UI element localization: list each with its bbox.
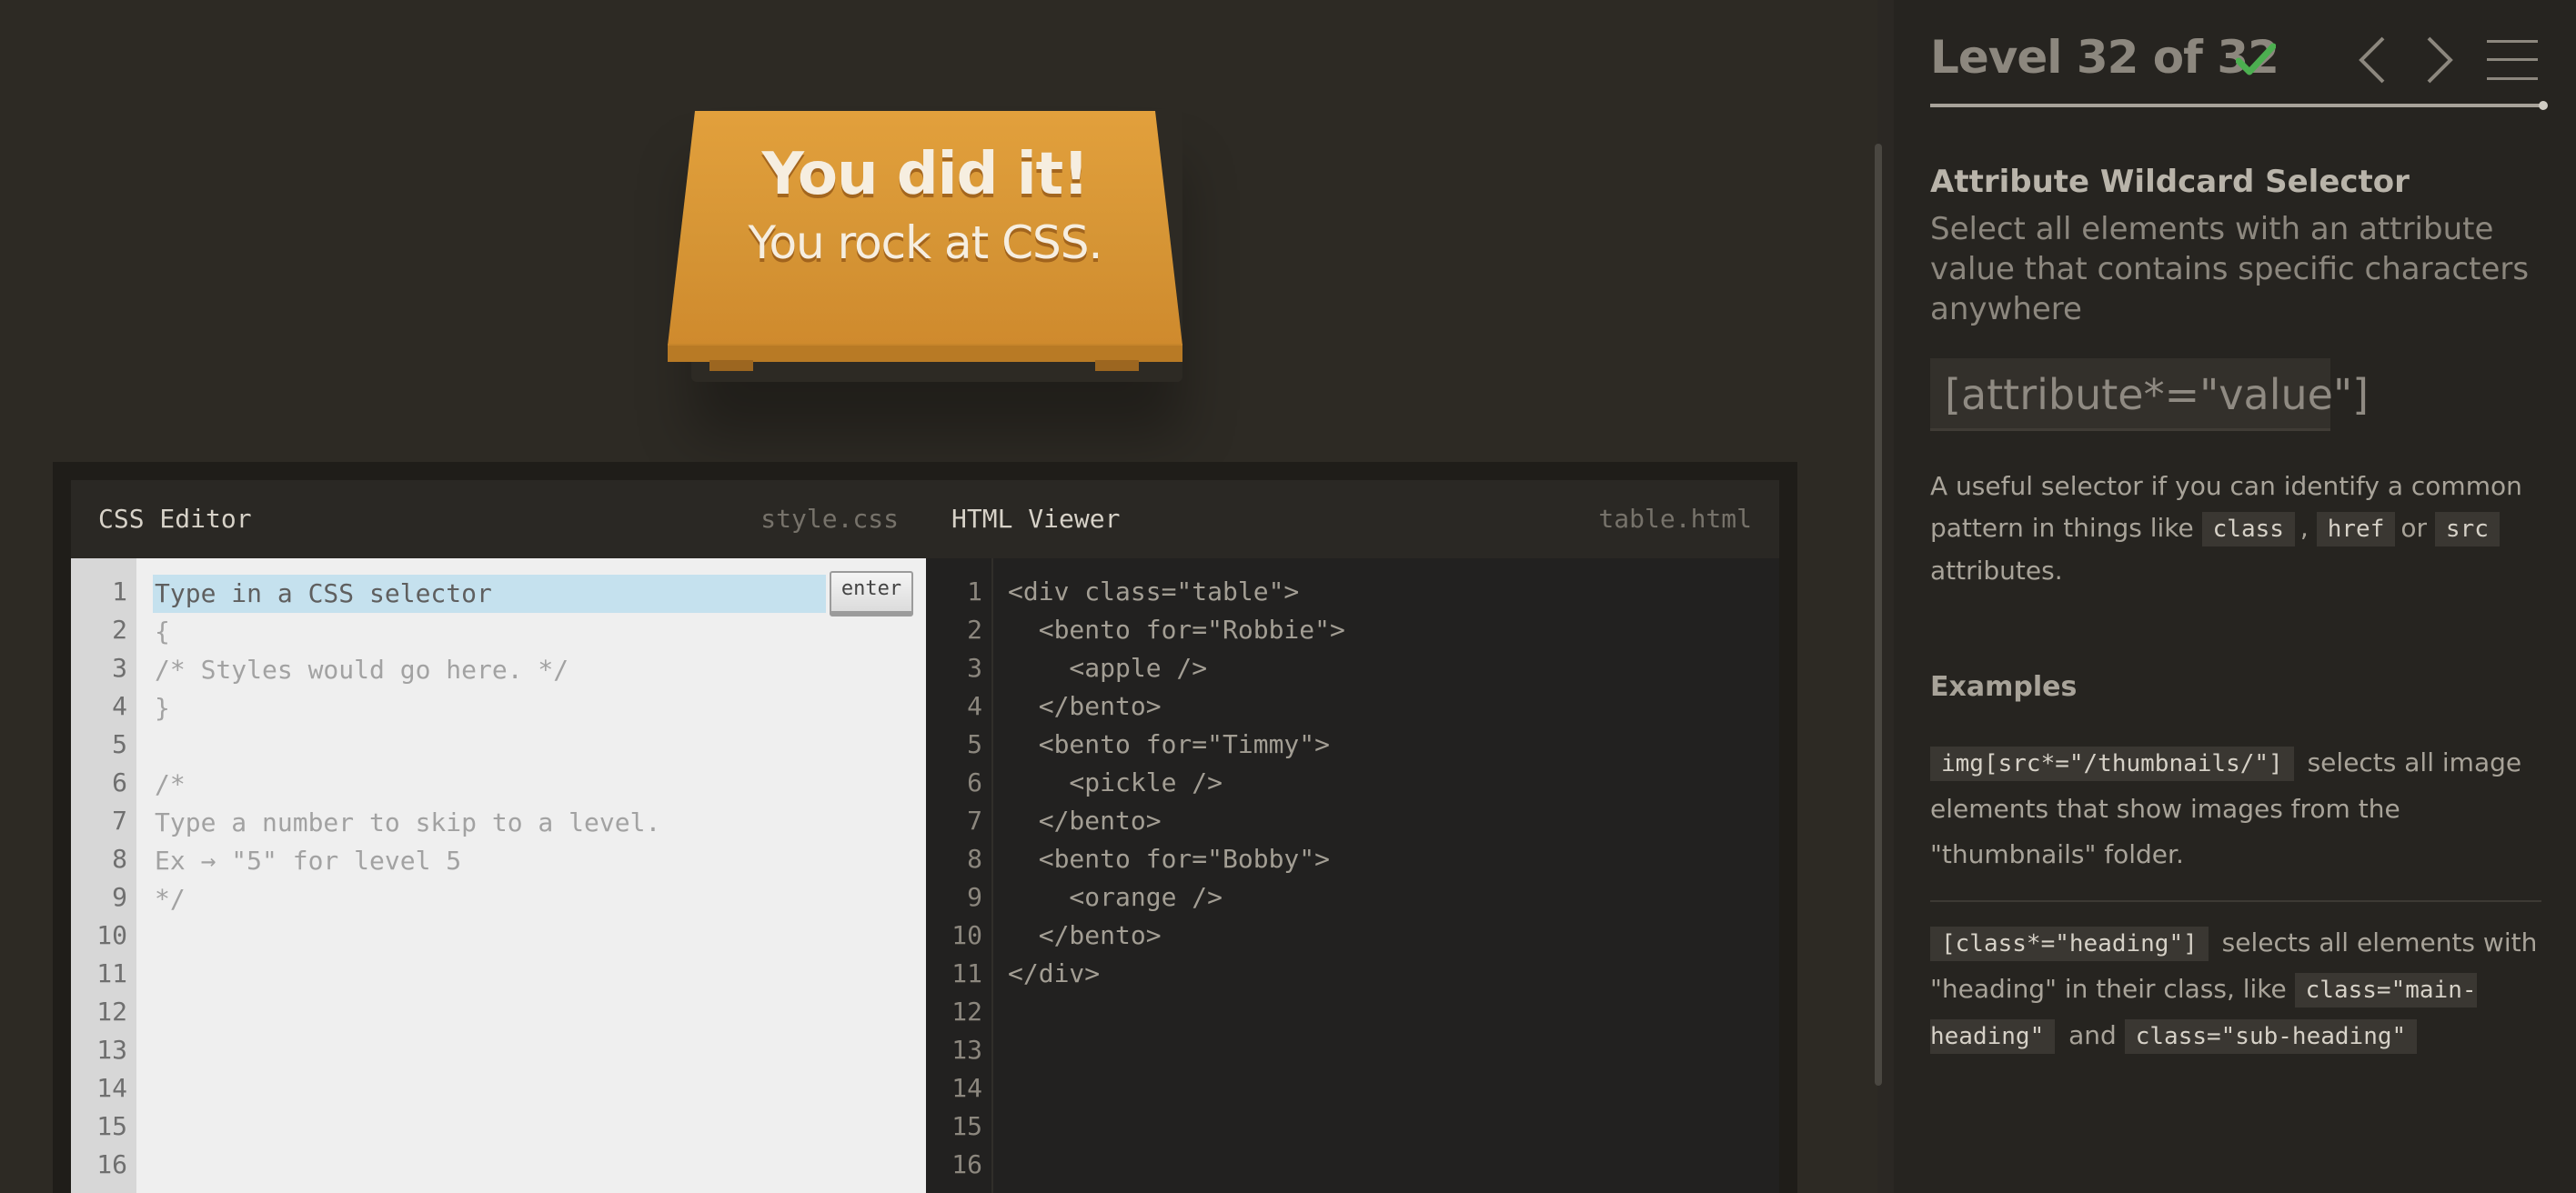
scrollbar-thumb[interactable]	[1875, 144, 1882, 1086]
line-number: 13	[96, 1035, 127, 1065]
win-board-edge	[668, 344, 1182, 362]
html-code: <div class="table"> <bento for="Robbie">…	[1008, 573, 1763, 993]
code-line: <orange />	[1008, 882, 1223, 912]
line-number: 4	[112, 691, 127, 721]
line-number: 4	[967, 691, 982, 721]
selector-description: Select all elements with an attribute va…	[1930, 211, 2530, 327]
code-line: <pickle />	[1008, 767, 1223, 797]
code-chip: href	[2316, 512, 2396, 546]
line-number: 3	[112, 653, 127, 683]
line-number: 1	[112, 576, 127, 607]
css-line-numbers: 1 2 3 4 5 6 7 8 9 10 11 12 13 14 15 16	[71, 573, 127, 1184]
code-line: }	[155, 693, 170, 723]
line-number: 2	[112, 615, 127, 645]
line-number: 14	[951, 1073, 982, 1103]
board-leg-right	[1095, 360, 1139, 371]
chevron-right-icon[interactable]	[2425, 35, 2456, 85]
enter-button[interactable]: enter	[830, 571, 913, 617]
html-viewer-filename: table.html	[1598, 504, 1752, 534]
line-number: 10	[96, 920, 127, 950]
progress-fill	[1930, 104, 2543, 107]
level-title: Level 32 of 32	[1930, 31, 2279, 84]
code-line: <bento for="Robbie">	[1008, 615, 1345, 645]
line-number: 13	[951, 1035, 982, 1065]
line-number: 6	[112, 767, 127, 797]
code-line: /* Styles would go here. */	[155, 655, 569, 685]
line-number: 16	[951, 1149, 982, 1179]
css-code: { /* Styles would go here. */} /* Type a nu…	[155, 613, 864, 918]
progress-marker	[2539, 101, 2548, 110]
line-number: 11	[96, 958, 127, 988]
hint-text-end: attributes.	[1930, 556, 2063, 586]
examples-heading: Examples	[1930, 671, 2078, 703]
css-selector-input[interactable]	[155, 575, 819, 613]
code-line: </div>	[1008, 958, 1101, 988]
code-line: */	[155, 884, 186, 914]
divider	[1930, 900, 2541, 902]
line-number: 15	[951, 1111, 982, 1141]
hint-or: or	[2400, 513, 2428, 543]
example-item: img[src*="/thumbnails/"] selects all ima…	[1930, 740, 2541, 877]
example-item: [class*="heading"] selects all elements …	[1930, 920, 2541, 1059]
css-editor-title: CSS Editor	[98, 504, 252, 534]
line-number: 5	[112, 729, 127, 759]
code-line: </bento>	[1008, 806, 1162, 836]
code-line: </bento>	[1008, 691, 1162, 721]
line-number: 9	[967, 882, 982, 912]
code-chip: src	[2434, 512, 2500, 546]
check-icon	[2236, 43, 2276, 75]
line-number: 9	[112, 882, 127, 912]
line-number: 7	[967, 806, 982, 836]
code-line: <bento for="Bobby">	[1008, 844, 1331, 874]
line-number: 1	[967, 576, 982, 607]
line-number: 8	[112, 844, 127, 874]
win-subtitle: You rock at CSS.	[748, 216, 1103, 269]
hint-separator: ,	[2299, 513, 2309, 543]
code-chip: class	[2201, 512, 2295, 546]
line-number: 7	[112, 806, 127, 836]
chevron-left-icon[interactable]	[2356, 35, 2387, 85]
code-line: </bento>	[1008, 920, 1162, 950]
code-line: {	[155, 617, 170, 647]
line-number: 15	[96, 1111, 127, 1141]
selector-name: Attribute Wildcard Selector	[1930, 164, 2410, 200]
css-editor-header: CSS Editor style.css	[71, 480, 926, 556]
code-line: <div class="table">	[1008, 576, 1300, 607]
line-number: 2	[967, 615, 982, 645]
html-viewer-header: HTML Viewer table.html	[926, 480, 1779, 556]
html-viewer-title: HTML Viewer	[951, 504, 1121, 534]
css-editor-filename: style.css	[760, 504, 899, 534]
example-code: [class*="heading"]	[1930, 927, 2209, 961]
menu-icon[interactable]	[2485, 38, 2540, 82]
selector-syntax: [attribute*="value"]	[1930, 358, 2369, 431]
line-number: 12	[951, 997, 982, 1027]
board-leg-left	[709, 360, 753, 371]
code-line: /*	[155, 769, 186, 799]
example-code: class="sub-heading"	[2124, 1019, 2418, 1054]
example-and: and	[2068, 1020, 2117, 1050]
hint: A useful selector if you can identify a …	[1930, 466, 2531, 592]
line-number: 10	[951, 920, 982, 950]
example-code: img[src*="/thumbnails/"]	[1930, 747, 2294, 781]
css-line-gutter: 1 2 3 4 5 6 7 8 9 10 11 12 13 14 15 16	[71, 558, 136, 1193]
line-number: 16	[96, 1149, 127, 1179]
code-line: <bento for="Timmy">	[1008, 729, 1331, 759]
code-line: Type a number to skip to a level.	[155, 807, 661, 837]
line-number: 12	[96, 997, 127, 1027]
line-number: 6	[967, 767, 982, 797]
line-number: 8	[967, 844, 982, 874]
line-number: 3	[967, 653, 982, 683]
line-number: 5	[967, 729, 982, 759]
code-line: <apple />	[1008, 653, 1208, 683]
code-line: Ex → "5" for level 5	[155, 846, 462, 876]
html-line-gutter: 1 2 3 4 5 6 7 8 9 10 11 12 13 14 15 16	[926, 558, 993, 1193]
win-title: You did it!	[761, 141, 1090, 208]
line-number: 14	[96, 1073, 127, 1103]
line-number: 11	[951, 958, 982, 988]
html-line-numbers: 1 2 3 4 5 6 7 8 9 10 11 12 13 14 15 16	[926, 573, 982, 1184]
